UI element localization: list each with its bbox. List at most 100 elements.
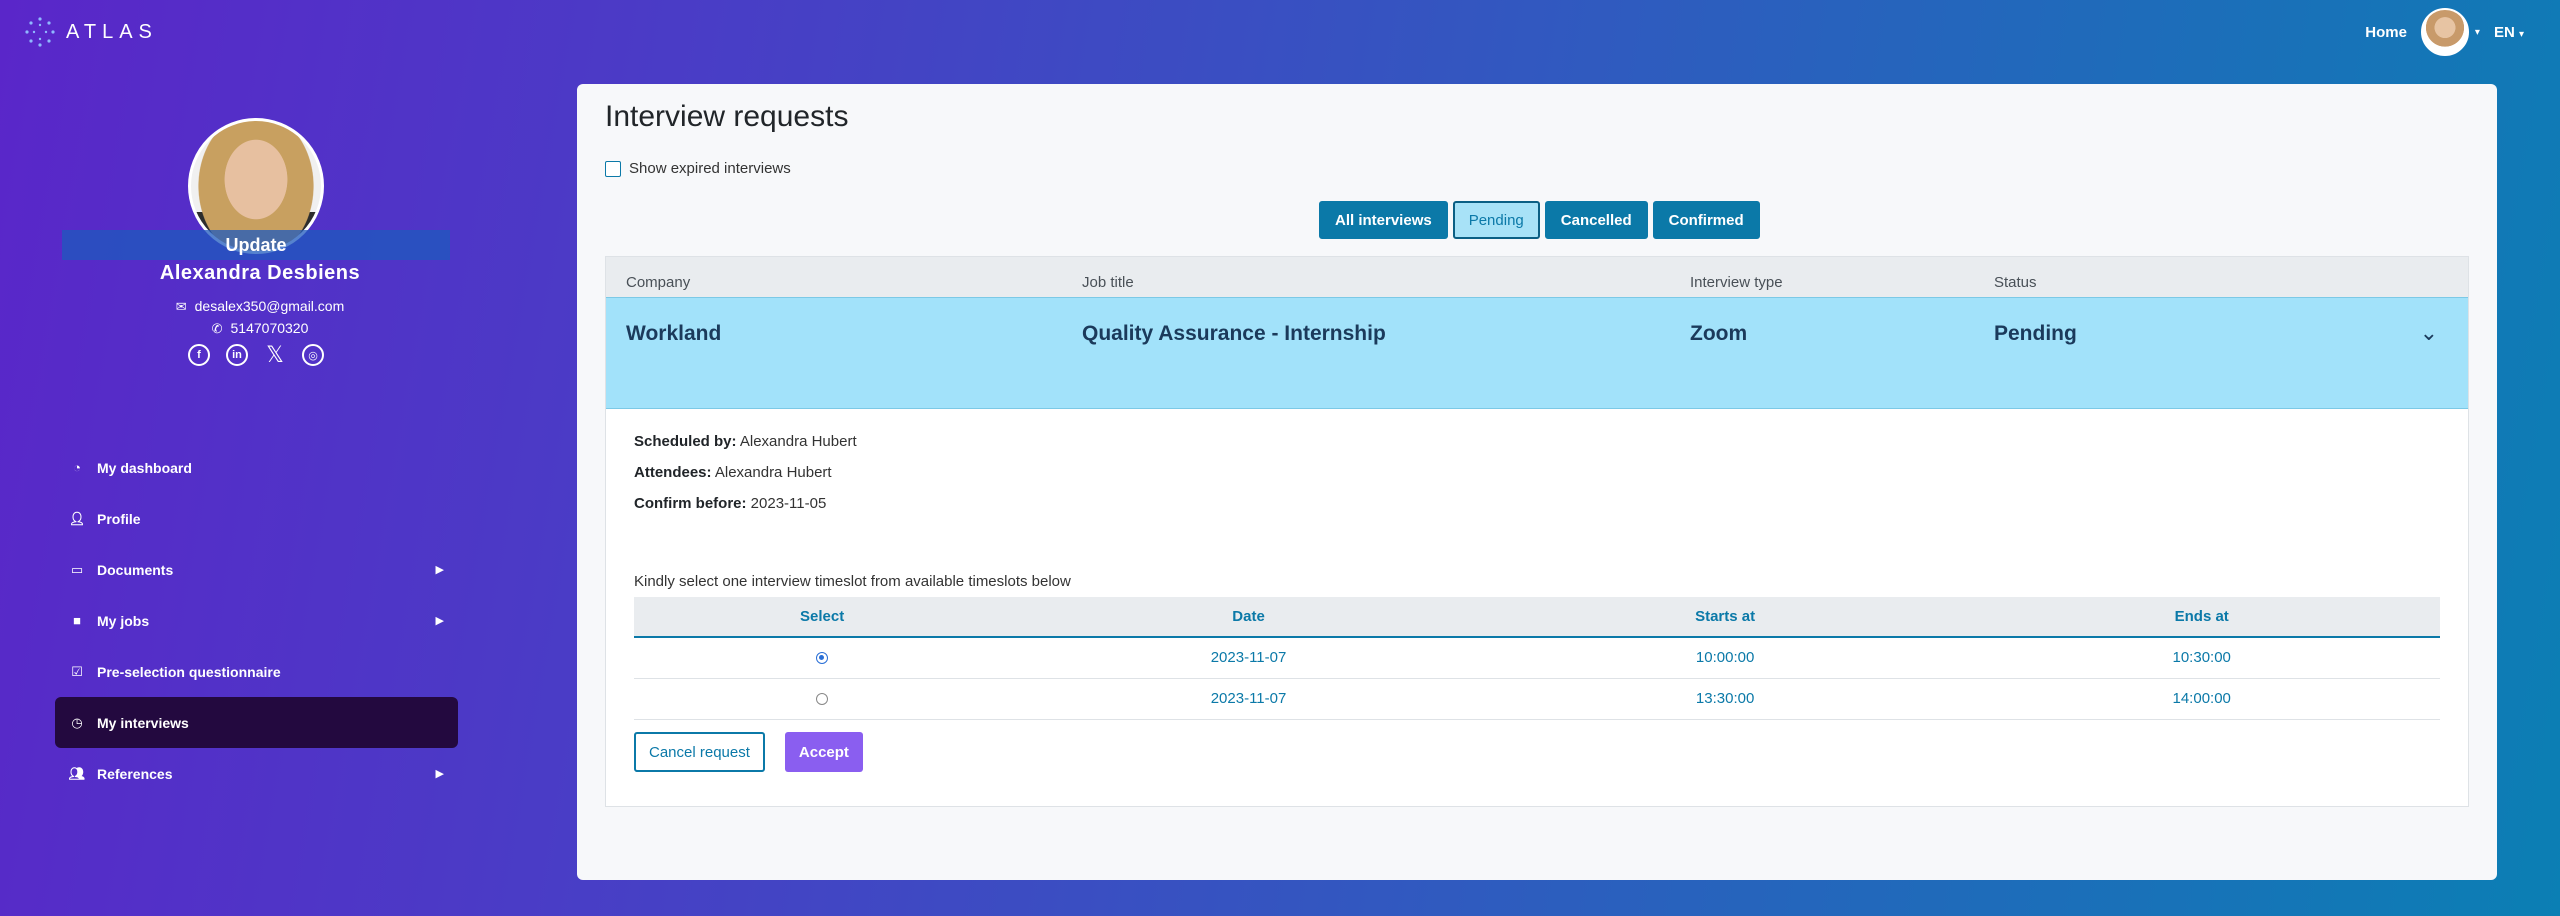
update-photo-button[interactable]: Update (62, 230, 450, 260)
email-text: desalex350@gmail.com (194, 298, 345, 314)
dashboard-icon: ◔ (73, 460, 81, 475)
column-header-interview-type: Interview type (1690, 274, 1783, 291)
column-header-job-title: Job title (1082, 274, 1134, 291)
request-status: Pending (1994, 322, 2077, 345)
logo-text: ATLAS (66, 20, 158, 43)
column-header-ends-at: Ends at (1963, 597, 2440, 638)
email-line: ✉ desalex350@gmail.com (0, 298, 520, 315)
sidebar-item-my-dashboard[interactable]: ◔ My dashboard (55, 442, 458, 493)
confirm-before-line: Confirm before: 2023-11-05 (634, 495, 857, 512)
caret-right-icon: ▶ (435, 564, 444, 576)
attendees-value: Alexandra Hubert (714, 464, 832, 481)
caret-right-icon: ▶ (435, 768, 444, 780)
sidebar-item-my-jobs[interactable]: ■ My jobs ▶ (55, 595, 458, 646)
folder-icon: ▭ (70, 561, 84, 577)
language-selector[interactable]: EN ▾ (2494, 24, 2524, 41)
interview-requests-table: Company Job title Interview type Status … (605, 256, 2469, 807)
request-job-title: Quality Assurance - Internship (1082, 322, 1386, 345)
main-panel: Interview requests Show expired intervie… (577, 84, 2497, 880)
briefcase-icon: ■ (73, 613, 81, 628)
sidebar-item-my-interviews[interactable]: ◷ My interviews (55, 697, 458, 748)
timeslot-start: 10:00:00 (1486, 637, 1964, 679)
language-label: EN (2493, 23, 2515, 41)
sidebar-item-label: Documents (97, 561, 174, 578)
column-header-date: Date (1010, 597, 1487, 638)
sidebar-item-profile[interactable]: 👤︎ Profile (55, 493, 458, 544)
timeslot-date: 2023-11-07 (1010, 637, 1487, 679)
checkbox-icon: ☑ (71, 663, 83, 679)
social-links: f in 𝕏 ◎ (188, 342, 324, 367)
phone-icon: ✆ (211, 321, 223, 336)
show-expired-checkbox[interactable] (605, 160, 621, 177)
home-link[interactable]: Home (2365, 24, 2407, 41)
cancel-request-button[interactable]: Cancel request (634, 732, 765, 772)
top-bar: ATLAS Home ▾ EN ▾ (0, 0, 2560, 62)
sidebar-item-label: References (97, 765, 173, 782)
caret-right-icon: ▶ (435, 615, 444, 627)
user-avatar[interactable] (2420, 8, 2469, 56)
sidebar-item-label: Profile (97, 510, 141, 527)
timeslot-select-cell (634, 678, 1011, 720)
column-header-status: Status (1994, 274, 2037, 291)
timeslot-table: Select Date Starts at Ends at 2023-11-07… (634, 597, 2440, 720)
sidebar-item-label: My jobs (97, 612, 150, 629)
timeslot-end: 14:00:00 (1963, 678, 2440, 720)
timeslot-select-cell (634, 637, 1011, 679)
column-header-company: Company (626, 274, 691, 291)
sidebar: Update Alexandra Desbiens ✉ desalex350@gm… (0, 62, 520, 916)
chevron-down-icon[interactable]: ⌄ (2420, 320, 2438, 346)
sidebar-item-label: My interviews (97, 714, 189, 731)
filter-confirmed-button[interactable]: Confirmed (1652, 201, 1760, 239)
request-details: Scheduled by: Alexandra Hubert Attendees… (634, 433, 857, 526)
table-row[interactable]: 2023-11-07 13:30:00 14:00:00 (634, 678, 2440, 720)
scheduled-by-value: Alexandra Hubert (739, 433, 857, 450)
timeslot-date: 2023-11-07 (1010, 678, 1487, 720)
timeslot-instruction: Kindly select one interview timeslot fro… (634, 573, 1071, 590)
timeslot-radio[interactable] (816, 652, 829, 665)
table-row[interactable]: 2023-11-07 10:00:00 10:30:00 (634, 637, 2440, 679)
scheduled-by-label: Scheduled by: (634, 433, 737, 450)
interview-request-row[interactable]: Workland Quality Assurance - Internship … (606, 297, 2468, 409)
timeslot-radio[interactable] (816, 693, 829, 706)
confirm-before-value: 2023-11-05 (750, 495, 827, 512)
table-header: Company Job title Interview type Status (606, 257, 2468, 297)
logo[interactable]: ATLAS (24, 16, 158, 48)
atlas-logo-icon (25, 17, 55, 47)
sidebar-item-label: Pre-selection questionnaire (97, 663, 281, 680)
sidebar-item-label: My dashboard (97, 459, 192, 476)
confirm-before-label: Confirm before: (634, 495, 747, 512)
accept-button[interactable]: Accept (784, 732, 863, 772)
request-interview-type: Zoom (1690, 322, 1748, 345)
filter-pending-button[interactable]: Pending (1452, 201, 1540, 239)
users-icon: 👥︎ (68, 765, 86, 781)
timeslot-end: 10:30:00 (1963, 637, 2440, 679)
sidebar-nav: ◔ My dashboard 👤︎ Profile ▭ Documents ▶ … (55, 442, 458, 799)
phone-text: 5147070320 (230, 320, 309, 336)
timeslot-start: 13:30:00 (1486, 678, 1964, 720)
request-actions: Cancel request Accept (634, 732, 863, 772)
column-header-select: Select (634, 597, 1011, 638)
show-expired-toggle[interactable]: Show expired interviews (605, 160, 791, 177)
x-icon[interactable]: 𝕏 (264, 342, 286, 367)
request-company: Workland (626, 322, 722, 345)
filter-buttons: All interviews Pending Cancelled Confirm… (1319, 201, 1760, 239)
chevron-down-icon: ▾ (2518, 28, 2524, 40)
facebook-icon[interactable]: f (188, 344, 210, 366)
clock-icon: ◷ (71, 714, 83, 730)
filter-cancelled-button[interactable]: Cancelled (1544, 201, 1648, 239)
scheduled-by-line: Scheduled by: Alexandra Hubert (634, 433, 857, 450)
sidebar-item-pre-selection-questionnaire[interactable]: ☑ Pre-selection questionnaire (55, 646, 458, 697)
page-title: Interview requests (605, 100, 849, 133)
column-header-starts-at: Starts at (1486, 597, 1964, 638)
chevron-down-icon[interactable]: ▾ (2475, 27, 2480, 38)
attendees-label: Attendees: (634, 464, 712, 481)
sidebar-item-documents[interactable]: ▭ Documents ▶ (55, 544, 458, 595)
linkedin-icon[interactable]: in (226, 344, 248, 366)
sidebar-item-references[interactable]: 👥︎ References ▶ (55, 748, 458, 799)
globe-icon[interactable]: ◎ (302, 344, 324, 366)
profile-name: Alexandra Desbiens (159, 262, 361, 284)
phone-line: ✆ 5147070320 (0, 320, 520, 337)
attendees-line: Attendees: Alexandra Hubert (634, 464, 857, 481)
show-expired-label: Show expired interviews (629, 160, 791, 177)
filter-all-interviews-button[interactable]: All interviews (1319, 201, 1448, 239)
